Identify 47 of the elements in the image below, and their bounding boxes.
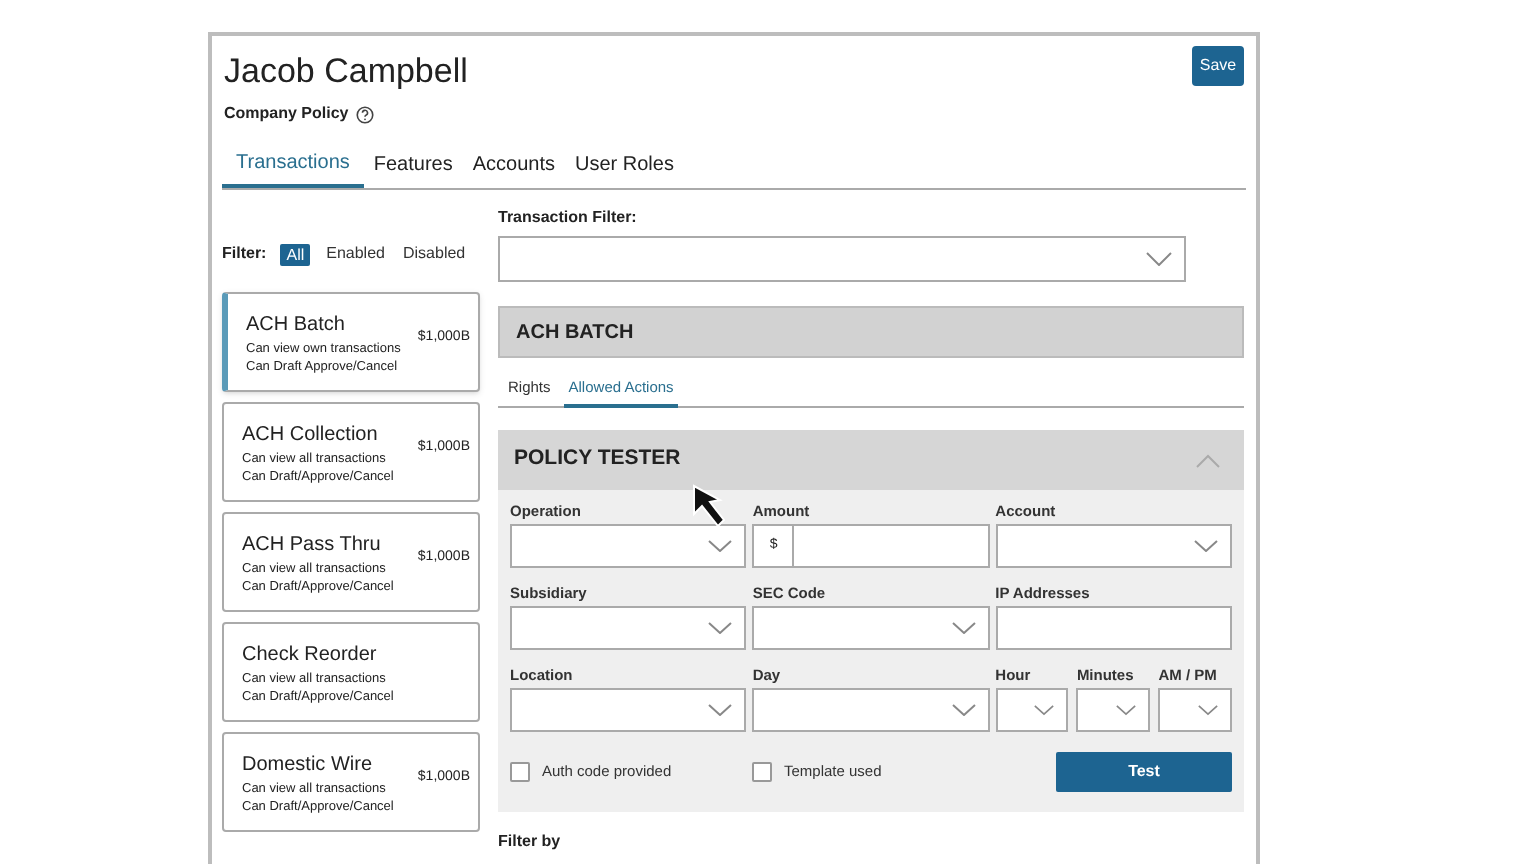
section-header: ACH BATCH [498,306,1244,358]
tab[interactable]: User Roles [564,140,684,188]
field-label: Transaction Filter: [498,208,639,228]
chevron-down-icon [951,704,976,716]
transaction-name: ACH Collection [242,423,380,447]
section-label: Filter by [498,830,563,854]
filter-option[interactable]: All [280,243,311,265]
checkbox[interactable] [510,762,530,782]
transaction-filter-select[interactable] [498,236,1186,282]
select-field[interactable] [995,524,1232,568]
chevron-down-icon [1198,704,1218,716]
chevron-down-icon [951,622,976,634]
filter-option[interactable]: Disabled [400,242,468,266]
transaction-name: ACH Batch [246,313,347,337]
filter-option[interactable]: Enabled [324,242,387,266]
chevron-down-icon [708,622,733,634]
select-field[interactable] [752,606,990,650]
select-field[interactable] [1158,688,1232,732]
save-button[interactable]: Save [1192,46,1244,86]
transaction-name: ACH Pass Thru [242,533,383,557]
transaction-name: Check Reorder [242,643,379,667]
section-title: POLICY TESTER [514,444,681,475]
chevron-down-icon [1116,704,1137,716]
select-field[interactable] [510,688,747,732]
help-icon[interactable] [356,105,375,123]
test-button[interactable]: Test [1056,752,1232,792]
tab[interactable]: Accounts [462,140,565,188]
chevron-down-icon [708,704,733,716]
filter-label: Filter: [222,242,267,266]
tab[interactable]: Transactions [222,140,364,188]
select-field[interactable] [510,524,747,568]
select-field[interactable] [752,688,990,732]
chevron-up-icon[interactable] [1196,453,1220,467]
chevron-down-icon [1194,540,1218,552]
chevron-down-icon [1146,252,1172,266]
checkbox[interactable] [752,762,772,782]
subtitle: Company Policy [224,102,349,126]
select-field[interactable] [510,606,747,650]
transaction-name: Domestic Wire [242,753,375,777]
select-field[interactable] [1076,688,1151,732]
page-title: Jacob Campbell [224,50,468,94]
section-header[interactable]: POLICY TESTER [498,430,1244,490]
chevron-down-icon [1034,704,1055,716]
select-field[interactable] [995,688,1069,732]
input-field[interactable] [995,606,1232,650]
tab[interactable]: Features [363,140,463,188]
chevron-down-icon [708,540,733,552]
